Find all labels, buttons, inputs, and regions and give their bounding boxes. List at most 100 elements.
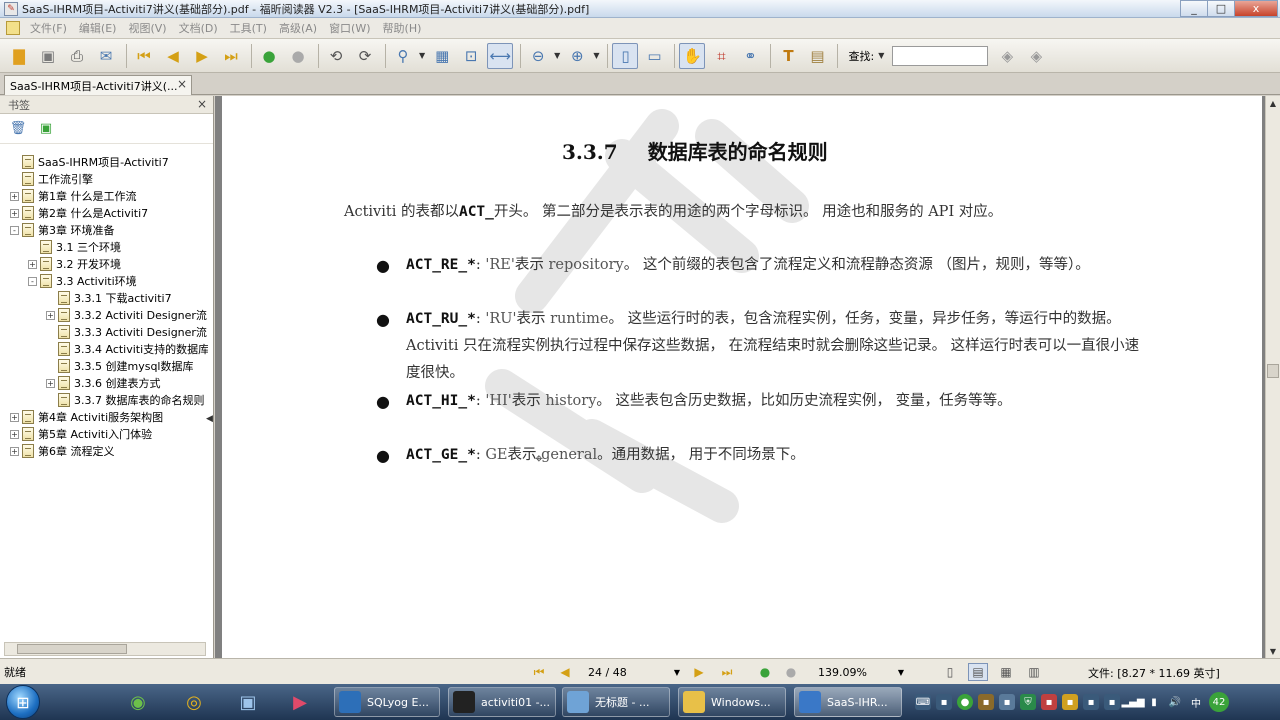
rotate-left-icon[interactable]: ⟲ (323, 43, 349, 69)
zoom-dropdown-icon[interactable]: ▼ (419, 51, 425, 60)
bookmark-item[interactable]: SaaS-IHRM项目-Activiti7 (10, 154, 169, 170)
bookmark-item[interactable]: + 第6章 流程定义 (10, 443, 115, 459)
minimize-button[interactable]: _ (1180, 0, 1208, 17)
zoom-out-icon[interactable]: ⊖ (525, 43, 551, 69)
next-page-icon[interactable]: ▶ (189, 43, 215, 69)
taskbar-button[interactable]: activiti01 -... (448, 687, 556, 717)
bookmark-item[interactable]: 3.3.5 创建mysql数据库 (46, 358, 193, 374)
menu-tools[interactable]: 工具(T) (224, 20, 273, 36)
bookmark-item[interactable]: +3.3.2 Activiti Designer流 (46, 307, 207, 323)
go-forward-icon[interactable]: ● (285, 43, 311, 69)
input-method-icon[interactable]: 中 (1188, 694, 1204, 710)
menu-document[interactable]: 文档(D) (173, 20, 224, 36)
scroll-up-icon[interactable]: ▲ (1266, 96, 1280, 110)
actual-size-icon[interactable]: ▦ (429, 43, 455, 69)
shield-icon[interactable]: ⛨ (1020, 694, 1036, 710)
zoom-dropdown-icon[interactable]: ▼ (898, 668, 904, 677)
find-binoculars-icon[interactable]: ⚭ (737, 43, 763, 69)
find-previous-icon[interactable]: ◈ (994, 43, 1020, 69)
collapse-icon[interactable]: - (28, 276, 37, 286)
menu-window[interactable]: 窗口(W) (323, 20, 376, 36)
text-select-icon[interactable]: T (775, 43, 801, 69)
expand-icon[interactable]: + (46, 310, 55, 320)
find-next-icon[interactable]: ◈ (1023, 43, 1049, 69)
tray-app-icon[interactable]: ▪ (1083, 694, 1099, 710)
bookmark-item[interactable]: +3.2 开发环境 (28, 256, 121, 272)
document-menu-icon[interactable] (6, 21, 20, 35)
zoom-in-icon[interactable]: ⊕ (564, 43, 590, 69)
next-page-icon[interactable]: ▶ (690, 664, 708, 680)
tray-app-icon[interactable]: ▪ (1104, 694, 1120, 710)
zoom-level-field[interactable]: 139.09% ▼ (814, 663, 908, 681)
bookmark-item[interactable]: 3.3.1 下载activiti7 (46, 290, 172, 306)
continuous-facing-view-icon[interactable]: ▥ (1024, 663, 1044, 681)
battery-icon[interactable]: ▮ (1146, 694, 1162, 710)
tray-status-icon[interactable]: ● (957, 694, 973, 710)
bookmark-item[interactable]: + 第2章 什么是Activiti7 (10, 205, 148, 221)
collapse-icon[interactable]: - (10, 225, 19, 235)
go-forward-icon[interactable]: ● (782, 664, 800, 680)
save-icon[interactable]: ▣ (35, 43, 61, 69)
snapshot-icon[interactable]: ⌗ (708, 43, 734, 69)
expand-icon[interactable]: + (10, 208, 19, 218)
bookmark-item[interactable]: 工作流引擎 (10, 171, 93, 187)
email-icon[interactable]: ✉ (93, 43, 119, 69)
rotate-right-icon[interactable]: ⟳ (352, 43, 378, 69)
bookmark-item[interactable]: 3.1 三个环境 (28, 239, 121, 255)
print-icon[interactable]: ⎙ (64, 43, 90, 69)
page-dropdown-icon[interactable]: ▼ (674, 668, 680, 677)
previous-page-icon[interactable]: ◀ (160, 43, 186, 69)
bookmark-item[interactable]: 3.3.3 Activiti Designer流 (46, 324, 207, 340)
hand-tool-icon[interactable]: ✋ (679, 42, 706, 69)
find-input[interactable] (892, 45, 989, 66)
panel-collapse-icon[interactable]: ◀ (206, 414, 214, 434)
bookmark-item[interactable]: 3.3.4 Activiti支持的数据库 (46, 341, 208, 357)
close-button[interactable]: x (1234, 0, 1278, 17)
volume-icon[interactable]: 🔊 (1167, 694, 1183, 710)
maximize-button[interactable]: □ (1207, 0, 1235, 17)
document-vertical-scrollbar[interactable]: ▲ ▼ (1265, 96, 1280, 658)
bookmark-item[interactable]: + 第1章 什么是工作流 (10, 188, 137, 204)
expand-icon[interactable]: + (28, 259, 37, 269)
page-number-field[interactable]: 24 / 48 ▼ (584, 663, 684, 681)
tray-app-icon[interactable]: ▪ (999, 694, 1015, 710)
find-options-dropdown-icon[interactable]: ▼ (878, 51, 884, 60)
add-bookmark-icon[interactable]: ▣ (38, 121, 54, 137)
menu-file[interactable]: 文件(F) (24, 20, 73, 36)
tray-app-icon[interactable]: ▪ (1041, 694, 1057, 710)
continuous-page-icon[interactable]: ▭ (641, 43, 667, 69)
fit-page-icon[interactable]: ⊡ (458, 43, 484, 69)
start-button[interactable]: ⊞ (6, 685, 40, 719)
last-page-icon[interactable]: ⏭ (218, 43, 244, 69)
expand-icon[interactable]: + (10, 412, 19, 422)
tray-clock-badge[interactable]: 42 (1209, 692, 1229, 712)
zoom-icon[interactable]: ⚲ (390, 43, 416, 69)
facing-view-icon[interactable]: ▦ (996, 663, 1016, 681)
tray-app-icon[interactable]: ▪ (1062, 694, 1078, 710)
first-page-icon[interactable]: ⏮ (530, 664, 548, 680)
expand-icon[interactable]: + (10, 446, 19, 456)
taskbar-button[interactable]: SQLyog E... (334, 687, 440, 717)
scroll-down-icon[interactable]: ▼ (1266, 644, 1280, 658)
taskbar-button[interactable]: Windows... (678, 687, 786, 717)
bookmark-item[interactable]: +3.3.6 创建表方式 (46, 375, 161, 391)
remote-desktop-icon[interactable]: ▣ (228, 687, 268, 717)
go-back-icon[interactable]: ● (756, 664, 774, 680)
single-page-icon[interactable]: ▯ (612, 42, 639, 69)
menu-edit[interactable]: 编辑(E) (73, 20, 123, 36)
first-page-icon[interactable]: ⏮ (131, 43, 157, 69)
fit-width-icon[interactable]: ⟷ (487, 42, 514, 69)
delete-bookmark-icon[interactable]: 🗑 (10, 121, 27, 137)
open-folder-icon[interactable]: ▇ (6, 43, 32, 69)
chrome-icon[interactable]: ◎ (174, 687, 214, 717)
bookmarks-horizontal-scrollbar[interactable] (4, 642, 206, 656)
keyboard-icon[interactable]: ⌨ (915, 694, 931, 710)
menu-help[interactable]: 帮助(H) (377, 20, 428, 36)
tray-app-icon[interactable]: ▪ (978, 694, 994, 710)
expand-icon[interactable]: + (10, 191, 19, 201)
bookmark-item[interactable]: 3.3.7 数据库表的命名规则 (46, 392, 205, 408)
pinned-app-icon[interactable]: ◉ (118, 687, 158, 717)
last-page-icon[interactable]: ⏭ (718, 664, 736, 680)
expand-icon[interactable]: + (10, 429, 19, 439)
taskbar-button[interactable]: 无标题 - ... (562, 687, 670, 717)
